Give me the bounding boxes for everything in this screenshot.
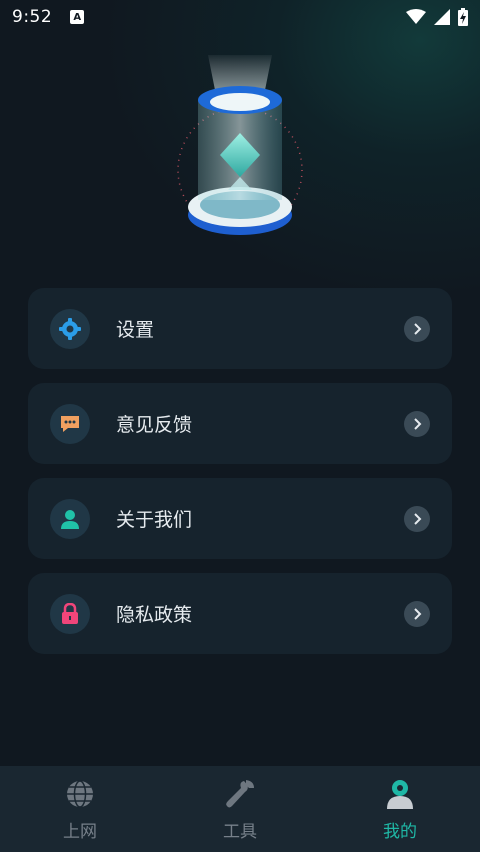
menu-label: 隐私政策 (116, 604, 193, 626)
wifi-icon (406, 9, 426, 24)
wrench-icon (223, 777, 257, 811)
status-time: 9:52 (12, 7, 53, 27)
menu-label: 设置 (116, 319, 155, 341)
chevron-right-icon (404, 600, 430, 627)
menu-icon-container (50, 593, 90, 634)
lock-icon (62, 602, 78, 624)
tab-mine[interactable]: 我的 (320, 766, 480, 852)
battery-icon (458, 8, 468, 26)
chevron-right-icon (404, 315, 430, 342)
menu-item-feedback[interactable]: 意见反馈 (28, 383, 452, 464)
menu-icon-container (50, 308, 90, 349)
message-icon (61, 415, 79, 432)
tab-tools[interactable]: 工具 (160, 766, 320, 852)
menu-label: 关于我们 (116, 509, 193, 531)
tab-label: 我的 (383, 821, 417, 842)
chevron-right-icon (404, 505, 430, 532)
tab-label: 上网 (63, 821, 97, 842)
chevron-right-icon (404, 410, 430, 437)
globe-icon (63, 777, 97, 811)
profile-icon (383, 777, 417, 811)
bottom-tab-bar: 上网 工具 我的 (0, 766, 480, 852)
status-bar: 9:52 A (0, 0, 480, 34)
gear-icon (59, 317, 81, 340)
menu-icon-container (50, 498, 90, 539)
tab-internet[interactable]: 上网 (0, 766, 160, 852)
menu-icon-container (50, 403, 90, 444)
notification-icon: A (70, 10, 85, 24)
hourglass-cylinder-icon (177, 55, 303, 235)
menu-item-settings[interactable]: 设置 (28, 288, 452, 369)
signal-icon (434, 9, 450, 25)
menu-label: 意见反馈 (116, 414, 193, 436)
menu-item-privacy[interactable]: 隐私政策 (28, 573, 452, 654)
menu-item-about[interactable]: 关于我们 (28, 478, 452, 559)
hero-illustration (170, 55, 310, 245)
status-indicators (406, 8, 468, 26)
tab-label: 工具 (223, 821, 257, 842)
menu-list: 设置 意见反馈 关于我们 隐私政策 (28, 288, 452, 668)
person-icon (61, 509, 79, 529)
